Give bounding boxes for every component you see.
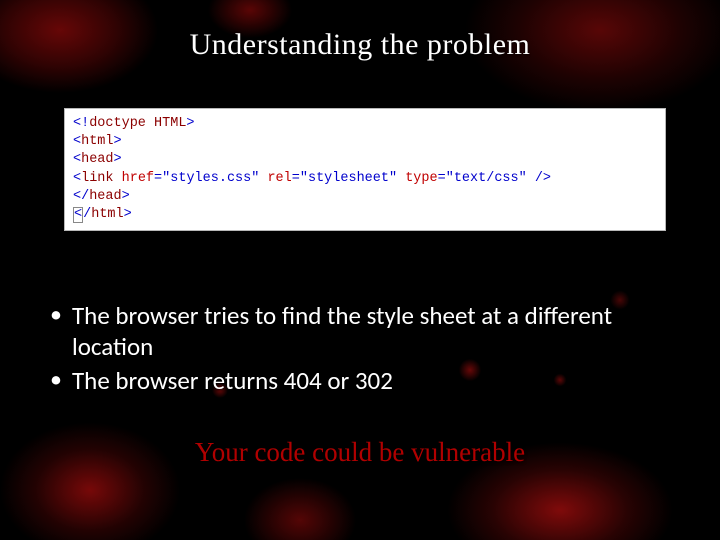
code-token: <! <box>73 116 89 131</box>
code-token: html <box>91 207 123 222</box>
code-token: head <box>89 189 121 204</box>
code-token: "text/css" <box>446 171 527 186</box>
code-line-html-open: <html> <box>73 133 657 151</box>
code-line-link: <link href="styles.css" rel="stylesheet"… <box>73 170 657 188</box>
code-token: > <box>114 134 122 149</box>
slide: Understanding the problem The browser tr… <box>0 0 720 540</box>
code-line-head-open: <head> <box>73 151 657 169</box>
code-line-doctype: <!doctype HTML> <box>73 115 657 133</box>
code-token: = <box>292 171 300 186</box>
code-token: < <box>74 207 82 222</box>
code-token: doctype HTML <box>89 116 186 131</box>
code-line-head-close: </head> <box>73 188 657 206</box>
code-token: = <box>154 171 162 186</box>
code-line-html-close: </html> <box>73 206 657 224</box>
code-token: / <box>83 207 91 222</box>
code-token: head <box>81 152 113 167</box>
code-token: rel <box>259 171 291 186</box>
code-token: "styles.css" <box>162 171 259 186</box>
code-token: = <box>438 171 446 186</box>
code-token: link <box>81 171 113 186</box>
bullet-item-stylesheet: The browser tries to find the style shee… <box>44 300 676 363</box>
code-token: > <box>124 207 132 222</box>
code-token: > <box>122 189 130 204</box>
code-token: </ <box>73 189 89 204</box>
code-token: type <box>397 171 438 186</box>
code-token: < <box>73 134 81 149</box>
code-token: < <box>73 152 81 167</box>
cursor-box: < <box>73 207 83 223</box>
bullet-item-404: The browser returns 404 or 302 <box>44 365 676 396</box>
closing-line: Your code could be vulnerable <box>44 437 676 468</box>
bullet-list-visible: The browser tries to find the style shee… <box>44 300 676 398</box>
code-token: /> <box>527 171 551 186</box>
code-token: "stylesheet" <box>300 171 397 186</box>
code-token: < <box>73 171 81 186</box>
code-snippet-box: <!doctype HTML> <html> <head> <link href… <box>64 108 666 231</box>
code-token: href <box>114 171 155 186</box>
slide-title: Understanding the problem <box>44 28 676 62</box>
code-token: html <box>81 134 113 149</box>
code-token: > <box>186 116 194 131</box>
code-token: > <box>114 152 122 167</box>
